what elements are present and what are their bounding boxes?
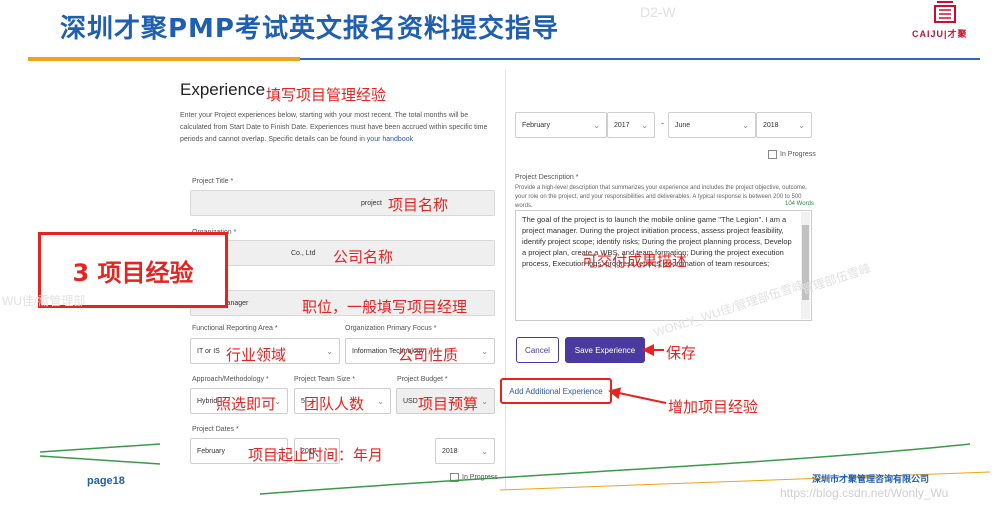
arrow-add-icon [608,387,667,404]
company-name: 深圳市才聚管理咨询有限公司 [812,474,930,484]
url-watermark: https://blog.csdn.net/Wonly_Wu [780,486,949,500]
page-number: page18 [87,475,125,487]
